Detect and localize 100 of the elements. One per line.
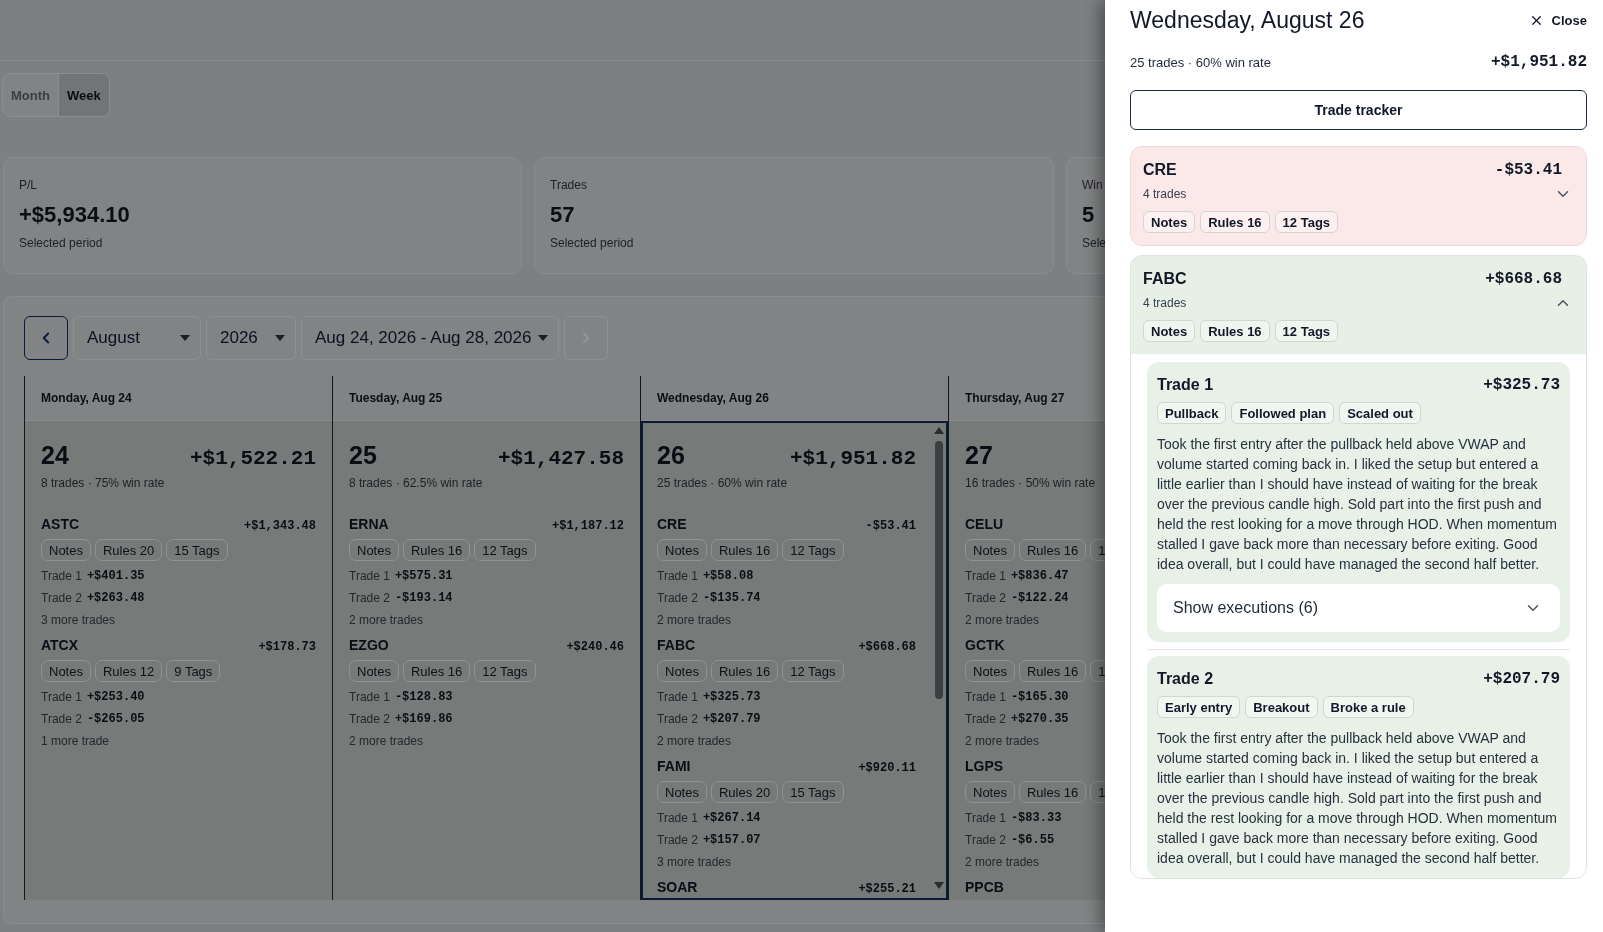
day-summary: 8 trades · 75% win rate [41,476,165,490]
day-summary: 25 trades · 60% win rate [657,476,788,490]
day-summary: 25 trades · 60% win rate [1130,54,1271,70]
trade-tag: Scaled out [1339,402,1421,424]
trade-tag: Early entry [1157,696,1241,718]
ticker-pnl: +$920.11 [858,761,916,775]
day-cell[interactable] [25,421,332,900]
month-select[interactable]: August [73,316,201,360]
trade-note: Took the first entry after the pullback held above VWAP and volume started coming back in. I liked the setup but entered a little earlier than I should have instead of waiting for the break over the previous candle high. Sold part into the first push and held the rest looking for a move through HOD. When momentum stalled I gave back more than necessary before exiting. Good idea overall, but I could have managed the second half better. [1157,729,1558,868]
trade-label: Trade 2 [41,712,82,726]
trade-label: Trade 2 [965,591,1006,605]
ticker-tag: Rules 16 [1018,781,1087,803]
ticker-tag: Notes [657,781,707,803]
close-button[interactable]: Close [1528,12,1587,28]
ticker-symbol: CRE [657,516,687,532]
trade-pnl: +$325.73 [1483,376,1560,394]
ticker-tag: Notes [657,539,707,561]
more-trades: 2 more trades [349,733,424,750]
more-trades: 3 more trades [41,612,116,629]
ticker-tag: 12 Tags [474,539,536,561]
trade-label: Trade 1 [349,569,390,583]
trade-pnl: +$263.48 [86,591,145,605]
trade-tag: Followed plan [1231,402,1335,424]
day-pnl: +$1,951.82 [789,447,916,470]
trade-pnl: +$58.08 [702,569,754,583]
trade-label: Trade 1 [41,569,82,583]
trade-label: Trade 1 [965,690,1006,704]
ticker-symbol: PPCB [965,879,1004,895]
ticker-pnl: -$53.41 [1494,161,1562,179]
trade-tag: Breakout [1245,696,1318,718]
trade-note: Took the first entry after the pullback held above VWAP and volume started coming back in. I liked the setup but entered a little earlier than I should have instead of waiting for the break over the previous candle high. Sold part into the first push and held the rest looking for a move through HOD. When momentum stalled I gave back more than necessary before exiting. Good idea overall, but I could have managed the second half better. [1157,435,1558,574]
stat-label: P/L [19,178,37,192]
more-trades: 2 more trades [965,854,1040,871]
trade-label: Trade 2 [41,591,82,605]
day-number: 24 [41,441,69,470]
trade-label: Trade 2 [657,833,698,847]
trade-label: Trade 2 [657,591,698,605]
trade-pnl: -$6.55 [1010,833,1055,847]
caret-icon [538,335,548,341]
trade-pnl: +$575.31 [394,569,453,583]
year-select[interactable]: 2026 [206,316,296,360]
ticker-symbol: ERNA [349,516,389,532]
ticker-symbol: FABC [1143,270,1187,288]
stat-label: Win [1082,178,1103,192]
ticker-symbol: GCTK [965,637,1005,653]
ticker-tag: 12 Tags [1274,320,1339,342]
ticker-pnl: +$255.21 [858,882,916,896]
more-trades: 2 more trades [965,612,1040,629]
ticker-pnl: +$240.46 [566,640,624,654]
ticker-symbol: CRE [1143,161,1177,179]
ticker-tag: Notes [41,539,91,561]
trade-label: Trade 1 [965,569,1006,583]
ticker-tag: Notes [965,660,1015,682]
trade-tag: Pullback [1157,402,1227,424]
ticker-symbol: ATCX [41,637,79,653]
trade-tracker-button[interactable]: Trade tracker [1130,90,1587,130]
trade-tag: Broke a rule [1322,696,1414,718]
view-tab[interactable]: Month [3,74,58,116]
more-trades: 2 more trades [349,612,424,629]
caret-icon [275,335,285,341]
ticker-symbol: CELU [965,516,1004,532]
trade-label: Trade 1 [657,811,698,825]
ticker-tag: Rules 16 [1018,539,1087,561]
day-cell[interactable] [333,421,640,900]
ticker-symbol: ASTC [41,516,80,532]
day-cell[interactable] [641,421,948,900]
ticker-tag: 15 Tags [782,781,844,803]
day-number: 26 [657,441,685,470]
ticker-tag: Rules 16 [1018,660,1087,682]
ticker-card[interactable]: CRE -$53.41 4 trades Notes Rules 16 12 Tags [1130,146,1587,246]
stat-caption: Selected period [550,236,634,250]
ticker-pnl: -$53.41 [865,519,916,533]
day-number: 27 [965,441,993,470]
range-select[interactable]: Aug 24, 2026 - Aug 28, 2026 [301,316,559,360]
ticker-tag: Notes [1143,211,1196,233]
ticker-tag: 12 Tags [782,539,844,561]
previous-button[interactable] [24,316,68,360]
trade-label: Trade 2 [657,712,698,726]
ticker-card[interactable] [1130,255,1587,879]
trade-pnl: -$193.14 [394,591,453,605]
ticker-tag: Rules 20 [710,781,779,803]
day-title: Monday, Aug 24 [41,391,132,405]
scrollbar[interactable] [934,425,944,891]
stat-caption: Selected period [19,236,103,250]
more-trades: 3 more trades [657,854,732,871]
trade-label: Trade 1 [349,690,390,704]
trade-pnl: +$836.47 [1010,569,1069,583]
view-tab[interactable]: Week [58,74,109,116]
show-executions-button[interactable]: Show executions (6) [1157,584,1560,632]
ticker-tag: Notes [965,781,1015,803]
ticker-tag: Notes [349,660,399,682]
trade-count: 4 trades [1143,187,1187,201]
more-trades: 1 more trade [41,733,110,750]
trade-label: Trade 2 [349,712,390,726]
trade-pnl: -$128.83 [394,690,453,704]
ticker-tag: Rules 12 [94,660,163,682]
trade-label: Trade 1 [41,690,82,704]
day-number: 25 [349,441,377,470]
ticker-tag: Notes [657,660,707,682]
ticker-symbol: LGPS [965,758,1004,774]
